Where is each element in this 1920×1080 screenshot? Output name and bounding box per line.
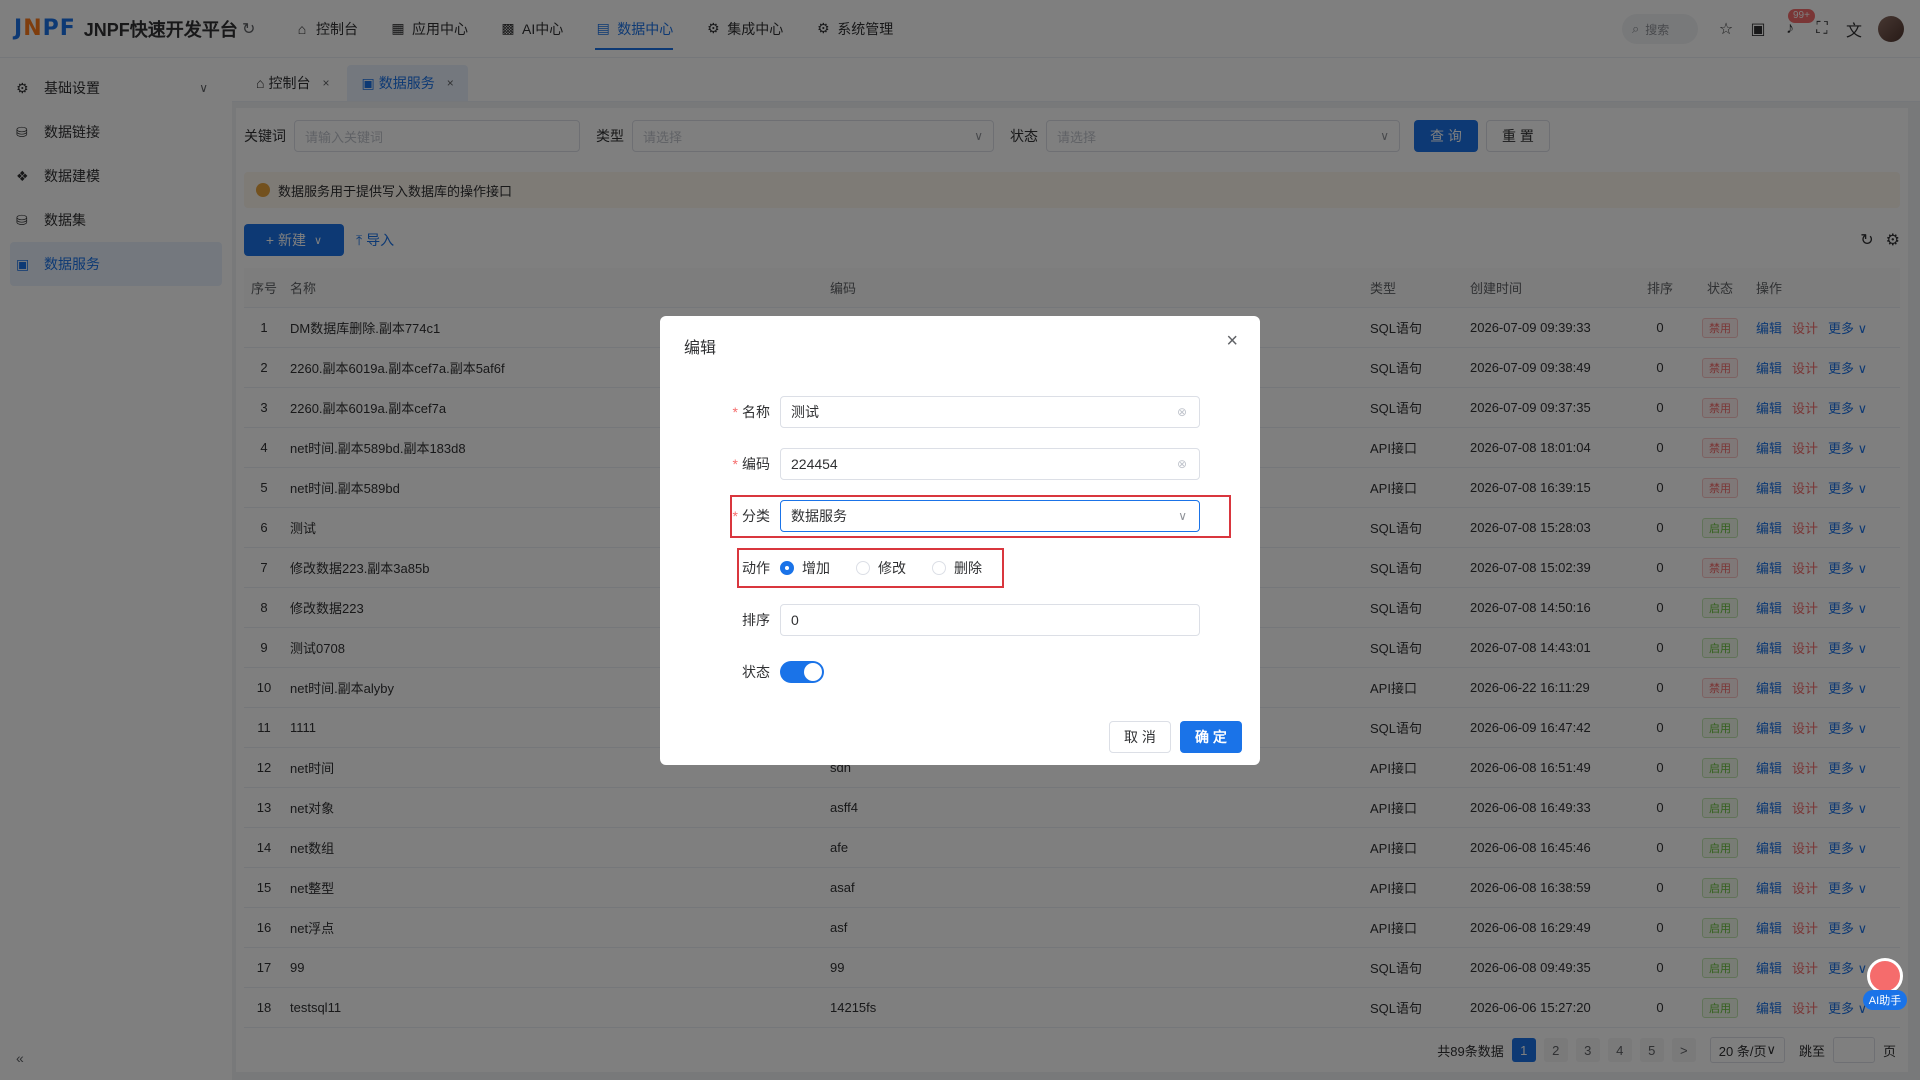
edit-dialog: 编辑 × * 名称 测试 ⊗ * 编码 224454 ⊗ * 分类 数据服务 ∨ 动作 增加… (660, 316, 1260, 765)
ai-helper-label: AI助手 (1862, 990, 1908, 1010)
name-label: * 名称 (660, 402, 780, 422)
code-row: * 编码 224454 ⊗ (660, 448, 1260, 480)
status-switch[interactable] (780, 661, 824, 683)
status-row: 状态 (660, 656, 1260, 688)
status-label-dialog: 状态 (742, 664, 770, 680)
sort-input[interactable]: 0 (780, 604, 1200, 636)
highlight-category (730, 495, 1231, 538)
robot-icon (1867, 958, 1903, 994)
clear-icon[interactable]: ⊗ (1177, 405, 1187, 419)
name-label-text: 名称 (742, 404, 770, 420)
ai-helper-button[interactable]: AI助手 (1860, 958, 1910, 1020)
name-row: * 名称 测试 ⊗ (660, 396, 1260, 428)
code-label: * 编码 (660, 454, 780, 474)
required-mark: * (732, 404, 738, 420)
cancel-button[interactable]: 取 消 (1109, 721, 1171, 753)
name-value: 测试 (791, 404, 819, 420)
sort-row: 排序 0 (660, 604, 1260, 636)
confirm-button[interactable]: 确 定 (1180, 721, 1242, 753)
code-value: 224454 (791, 456, 838, 472)
code-input[interactable]: 224454 ⊗ (780, 448, 1200, 480)
name-input[interactable]: 测试 ⊗ (780, 396, 1200, 428)
required-mark: * (732, 456, 738, 472)
close-icon[interactable]: × (1226, 330, 1238, 353)
sort-value: 0 (791, 612, 799, 628)
code-label-text: 编码 (742, 456, 770, 472)
highlight-action (737, 548, 1004, 588)
sort-label: 排序 (742, 612, 770, 628)
clear-icon[interactable]: ⊗ (1177, 457, 1187, 471)
dialog-title: 编辑 (684, 340, 717, 357)
